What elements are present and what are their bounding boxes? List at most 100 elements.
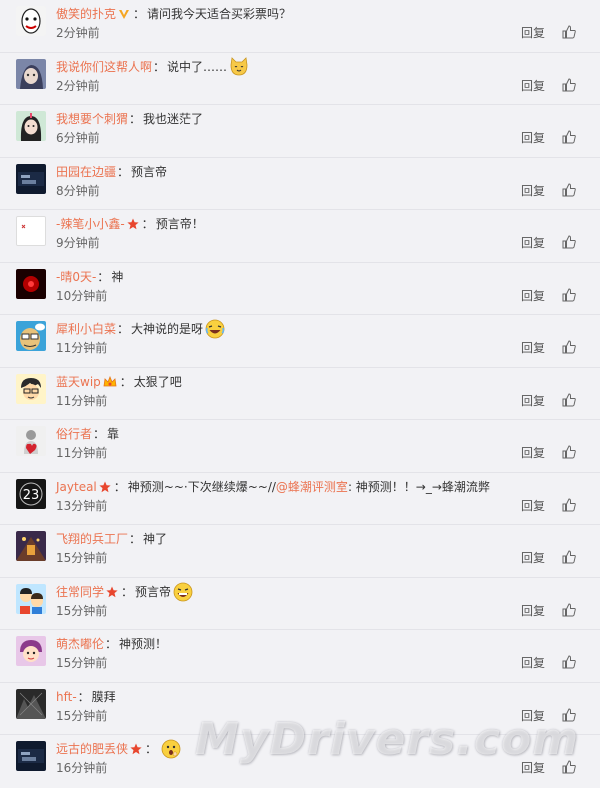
reply-button[interactable]: 回复 xyxy=(521,445,545,461)
thumbs-up-icon[interactable] xyxy=(562,497,576,512)
reply-button[interactable]: 回复 xyxy=(521,708,545,724)
username[interactable]: 蓝天wip xyxy=(56,373,101,391)
comment-row: -晴0天- ： 神 10分钟前 回复 xyxy=(0,263,600,315)
reply-button[interactable]: 回复 xyxy=(521,550,545,566)
svg-text:23: 23 xyxy=(23,488,40,503)
thumbs-up-icon[interactable] xyxy=(562,77,576,92)
timestamp: 9分钟前 xyxy=(56,236,100,250)
comment-text: 预言帝 xyxy=(135,584,172,599)
avatar[interactable] xyxy=(16,741,46,771)
comment-text: 膜拜 xyxy=(91,689,116,704)
timestamp: 11分钟前 xyxy=(56,393,108,408)
avatar[interactable] xyxy=(16,426,46,456)
separator: ： xyxy=(145,742,158,756)
avatar[interactable] xyxy=(16,268,46,299)
comment-text: 神预测~~·下次继续爆~~// xyxy=(127,479,276,494)
thumbs-up-icon[interactable] xyxy=(562,707,576,722)
thumbs-up-icon[interactable] xyxy=(562,235,576,249)
thumbs-up-icon[interactable] xyxy=(562,287,576,302)
avatar[interactable] xyxy=(16,163,46,194)
reply-button[interactable]: 回复 xyxy=(521,288,545,304)
comment-row: 往常同学 ： 预言帝 15分钟前 回复 xyxy=(0,578,600,630)
username[interactable]: 犀利小白菜 xyxy=(56,320,116,338)
separator: ： xyxy=(93,427,106,441)
username[interactable]: 田园在边疆 xyxy=(56,163,116,181)
timestamp: 15分钟前 xyxy=(56,551,108,565)
mention-link[interactable]: @蜂潮评测室 xyxy=(276,478,348,496)
reply-button[interactable]: 回复 xyxy=(521,235,545,251)
star-icon xyxy=(130,743,142,755)
comment-row: 犀利小白菜 ： 大神说的是呀 11分钟前 回复 xyxy=(0,315,600,368)
timestamp: 2分钟前 xyxy=(56,78,100,93)
username[interactable]: 往常同学 xyxy=(56,583,104,601)
thumbs-up-icon[interactable] xyxy=(562,25,576,39)
username[interactable]: 飞翔的兵工厂 xyxy=(56,530,128,548)
thumbs-up-icon[interactable] xyxy=(562,655,576,669)
reply-button[interactable]: 回复 xyxy=(521,25,545,41)
comment-text: 神 xyxy=(111,269,124,284)
v-icon xyxy=(119,10,130,19)
reply-button[interactable]: 回复 xyxy=(521,393,545,409)
avatar[interactable] xyxy=(16,111,46,141)
reply-button[interactable]: 回复 xyxy=(521,655,545,671)
avatar[interactable] xyxy=(16,531,46,561)
avatar[interactable] xyxy=(16,321,46,351)
thumbs-up-icon[interactable] xyxy=(562,182,576,197)
comment-text: 靠 xyxy=(107,427,120,441)
surprised-emoji xyxy=(161,739,181,759)
timestamp: 15分钟前 xyxy=(56,603,108,618)
separator: ： xyxy=(97,269,110,284)
avatar[interactable] xyxy=(16,6,46,36)
separator: ： xyxy=(117,164,130,179)
crown-icon xyxy=(103,375,117,386)
separator: ： xyxy=(133,7,146,21)
comment-row: hft- ： 膜拜 15分钟前 回复 xyxy=(0,683,600,735)
reply-button[interactable]: 回复 xyxy=(521,498,545,514)
comment-row: 田园在边疆 ： 预言帝 8分钟前 回复 xyxy=(0,158,600,210)
username[interactable]: Jayteal xyxy=(56,478,97,496)
username[interactable]: -晴0天- xyxy=(56,268,96,286)
reply-button[interactable]: 回复 xyxy=(521,760,545,776)
avatar[interactable] xyxy=(16,216,46,246)
comment-row: 23 Jayteal ： 神预测~~·下次继续爆~~// @蜂潮评测室 : 神预… xyxy=(0,473,600,525)
avatar[interactable] xyxy=(16,688,46,719)
grin-emoji xyxy=(173,582,193,601)
username[interactable]: 萌杰嘟伦 xyxy=(56,635,104,653)
reply-button[interactable]: 回复 xyxy=(521,603,545,619)
reply-button[interactable]: 回复 xyxy=(521,130,545,146)
separator: ： xyxy=(77,689,90,704)
separator: ： xyxy=(141,217,154,231)
username[interactable]: 我说你们这帮人啊 xyxy=(56,58,152,76)
avatar[interactable]: 23 xyxy=(16,478,46,509)
username[interactable]: 我想要个刺猬 xyxy=(56,110,128,128)
avatar[interactable] xyxy=(16,373,46,404)
thumbs-up-icon[interactable] xyxy=(562,760,576,774)
avatar[interactable] xyxy=(16,636,46,666)
comment-row: -辣笔小小鑫- ： 预言帝！ 9分钟前 回复 xyxy=(0,210,600,263)
separator: ： xyxy=(129,112,142,126)
username[interactable]: -辣笔小小鑫- xyxy=(56,215,125,233)
separator: ： xyxy=(121,584,134,599)
thumbs-up-icon[interactable] xyxy=(562,130,576,144)
avatar[interactable] xyxy=(16,583,46,614)
username[interactable]: 远古的肥丢侠 xyxy=(56,740,128,758)
username[interactable]: 傲笑的扑克 xyxy=(56,5,116,23)
comment-text: 大神说的是呀 xyxy=(131,322,204,336)
username[interactable]: hft- xyxy=(56,688,77,706)
separator: ： xyxy=(105,637,118,651)
avatar[interactable] xyxy=(16,58,46,89)
timestamp: 13分钟前 xyxy=(56,498,108,513)
reply-button[interactable]: 回复 xyxy=(521,183,545,199)
thumbs-up-icon[interactable] xyxy=(562,340,576,354)
comment-row: 傲笑的扑克 ： 请问我今天适合买彩票吗？ 2分钟前 回复 xyxy=(0,0,600,53)
timestamp: 16分钟前 xyxy=(56,761,108,775)
timestamp: 2分钟前 xyxy=(56,26,100,40)
comment-row: 飞翔的兵工厂 ： 神了 15分钟前 回复 xyxy=(0,525,600,578)
username[interactable]: 俗行者 xyxy=(56,425,92,443)
reply-button[interactable]: 回复 xyxy=(521,340,545,356)
thumbs-up-icon[interactable] xyxy=(562,392,576,407)
thumbs-up-icon[interactable] xyxy=(562,445,576,459)
thumbs-up-icon[interactable] xyxy=(562,602,576,617)
reply-button[interactable]: 回复 xyxy=(521,78,545,94)
thumbs-up-icon[interactable] xyxy=(562,550,576,564)
